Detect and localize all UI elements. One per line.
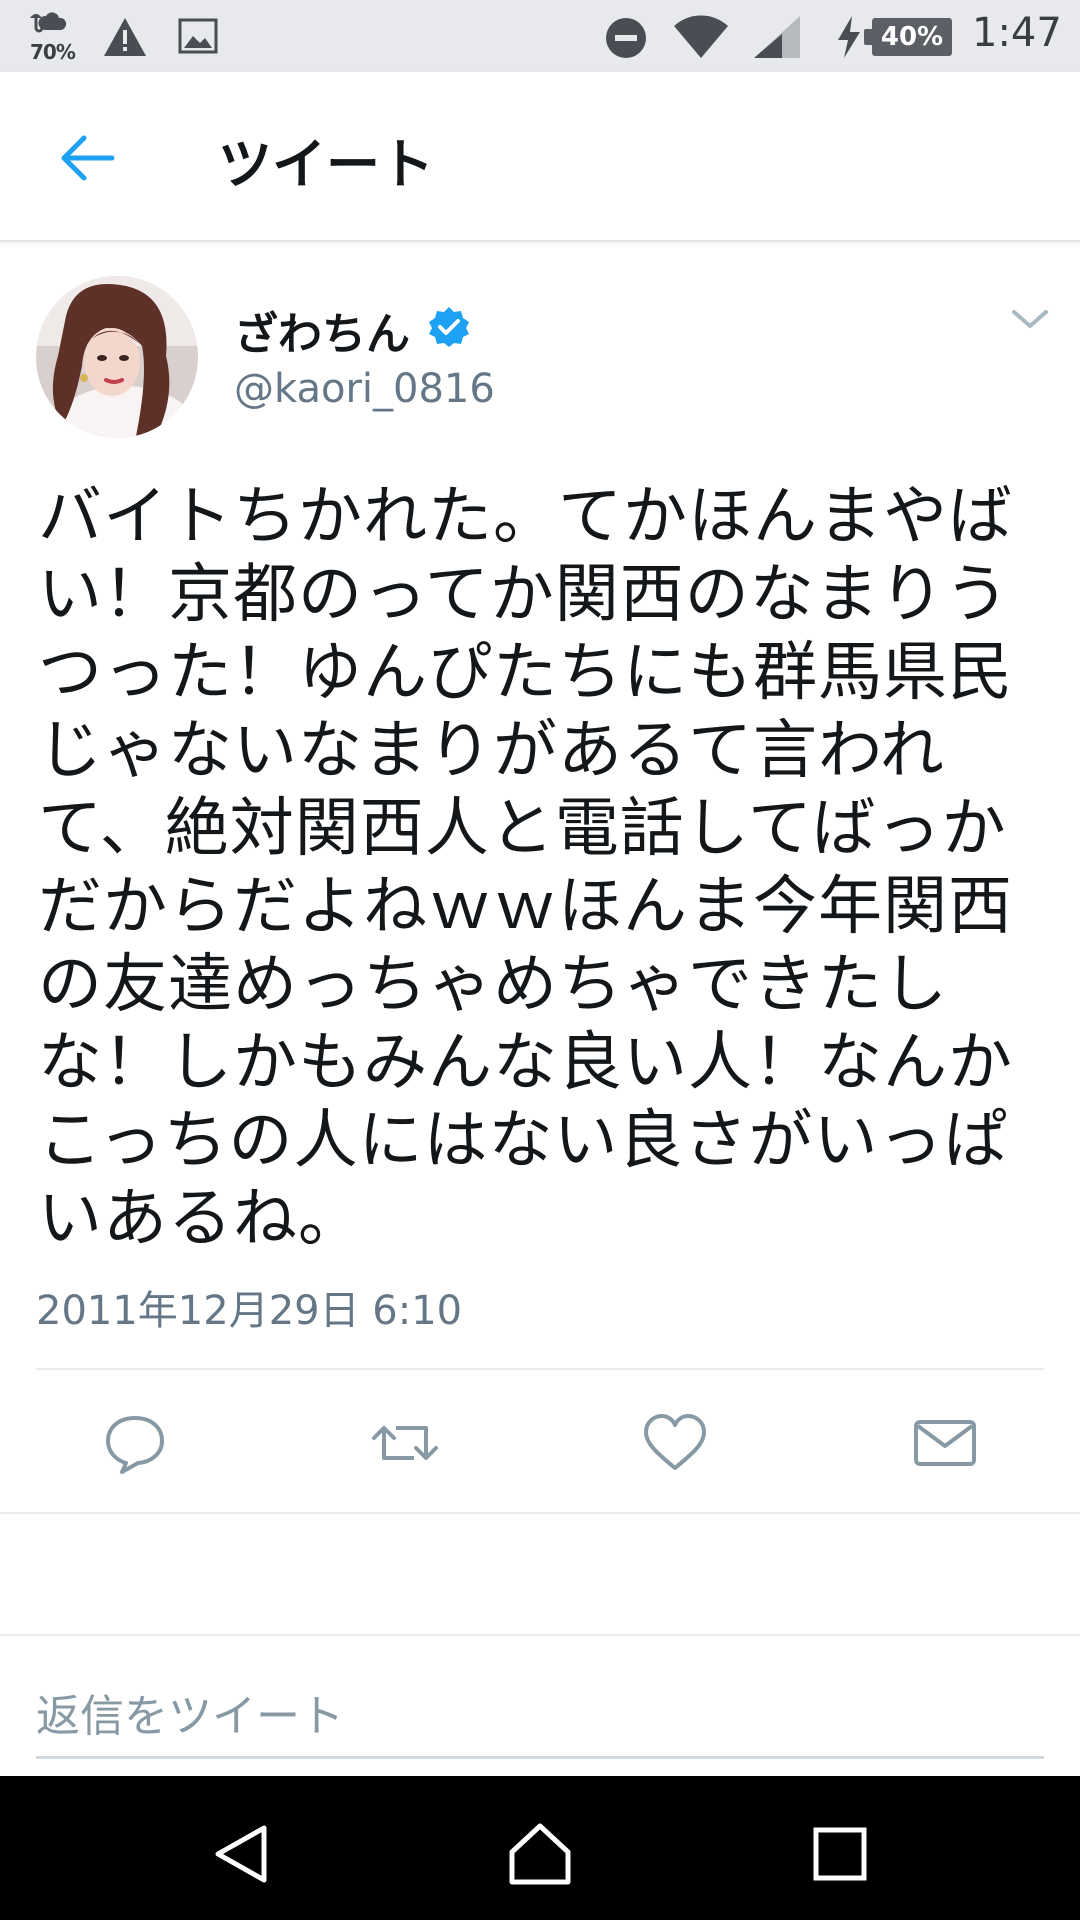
app-header: ツイート bbox=[0, 72, 1080, 242]
divider bbox=[36, 1368, 1044, 1370]
battery-percent: 40% bbox=[880, 22, 944, 52]
verified-badge-icon bbox=[429, 307, 469, 347]
avatar-image bbox=[36, 276, 198, 438]
recents-nav-icon[interactable] bbox=[812, 1826, 868, 1882]
warning-icon bbox=[104, 18, 146, 56]
reply-input-underline bbox=[36, 1756, 1044, 1759]
weather-icon bbox=[30, 12, 67, 33]
clock: 1:47 bbox=[972, 10, 1062, 56]
divider bbox=[0, 1634, 1080, 1636]
do-not-disturb-icon bbox=[606, 18, 646, 58]
reply-icon[interactable] bbox=[100, 1408, 170, 1478]
wifi-icon bbox=[674, 15, 728, 58]
image-icon bbox=[178, 18, 218, 54]
status-bar: 70% 40% 1:47 bbox=[0, 0, 1080, 72]
dm-icon[interactable] bbox=[910, 1408, 980, 1478]
home-nav-icon[interactable] bbox=[506, 1820, 574, 1888]
page-title: ツイート bbox=[218, 133, 434, 196]
signal-icon bbox=[754, 16, 800, 58]
battery-indicator: 40% bbox=[864, 18, 952, 56]
divider bbox=[0, 1512, 1080, 1514]
tweet-text: バイトちかれた。てかほんまやばい！京都のってか関西のなまりうつった！ゆんぴたちに… bbox=[38, 480, 1013, 1256]
weather-percent: 70% bbox=[30, 40, 76, 64]
chevron-down-icon[interactable] bbox=[1010, 304, 1050, 334]
avatar[interactable] bbox=[36, 276, 198, 438]
like-icon[interactable] bbox=[640, 1408, 710, 1478]
retweet-icon[interactable] bbox=[370, 1408, 440, 1478]
reply-input[interactable]: 返信をツイート bbox=[36, 1680, 344, 1744]
charging-icon bbox=[838, 16, 860, 58]
navigation-bar bbox=[0, 1776, 1080, 1920]
tweet-timestamp[interactable]: 2011年12月29日 6:10 bbox=[36, 1278, 462, 1336]
display-name[interactable]: ざわちん bbox=[234, 298, 410, 362]
back-arrow-icon[interactable] bbox=[54, 128, 118, 192]
back-nav-icon[interactable] bbox=[210, 1822, 274, 1886]
user-handle[interactable]: @kaori_0816 bbox=[234, 366, 495, 412]
